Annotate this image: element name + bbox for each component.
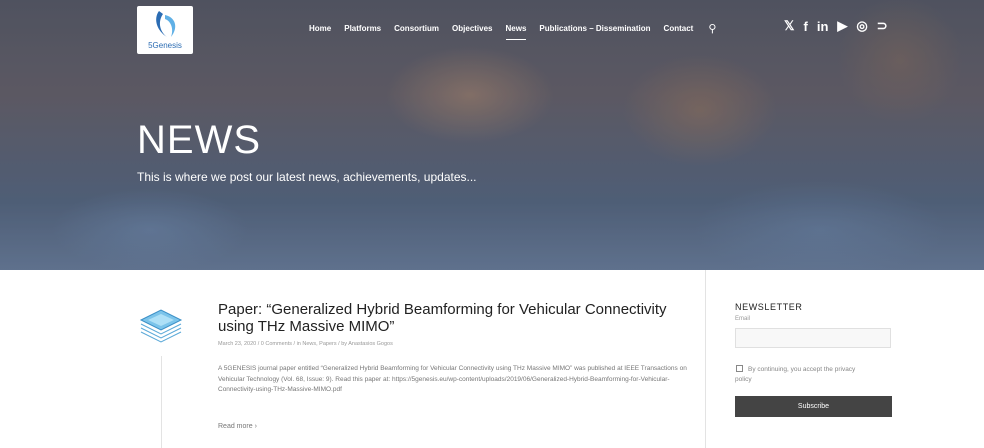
- post-title[interactable]: Paper: “Generalized Hybrid Beamforming f…: [218, 301, 678, 335]
- sidebar-divider: [705, 270, 706, 448]
- post-meta: March 23, 2020 / 0 Comments / in News, P…: [218, 341, 393, 347]
- main-nav: Home Platforms Consortium Objectives New…: [309, 22, 716, 40]
- timeline-line: [161, 356, 162, 448]
- logo-icon: [156, 11, 176, 37]
- twitter-icon[interactable]: 𝕏: [784, 18, 794, 34]
- nav-objectives[interactable]: Objectives: [452, 24, 492, 33]
- newsletter-title: NEWSLETTER: [735, 302, 803, 312]
- post-excerpt: A 5GENESIS journal paper entitled “Gener…: [218, 365, 687, 393]
- email-field[interactable]: [735, 328, 891, 348]
- instagram-icon[interactable]: ◎: [856, 18, 867, 34]
- search-icon[interactable]: ⚲: [708, 22, 716, 35]
- nav-publications[interactable]: Publications – Dissemination: [539, 24, 650, 33]
- logo-text: 5Genesis: [148, 41, 182, 50]
- nav-consortium[interactable]: Consortium: [394, 24, 439, 33]
- consent-checkbox[interactable]: [736, 365, 743, 372]
- page-title: NEWS: [137, 118, 261, 162]
- consent-text: By continuing, you accept the privacy: [748, 366, 856, 373]
- site-logo[interactable]: 5Genesis: [137, 6, 193, 54]
- hero-banner: 5Genesis Home Platforms Consortium Objec…: [0, 0, 984, 270]
- read-more-link[interactable]: Read more ›: [218, 423, 257, 430]
- consent-text-policy[interactable]: policy: [735, 376, 752, 383]
- youtube-icon[interactable]: ▶: [837, 18, 847, 34]
- rss-icon[interactable]: ⊃: [877, 18, 888, 34]
- nav-contact[interactable]: Contact: [664, 24, 694, 33]
- page-subtitle: This is where we post our latest news, a…: [137, 170, 477, 184]
- facebook-icon[interactable]: f: [803, 19, 807, 34]
- nav-platforms[interactable]: Platforms: [344, 24, 381, 33]
- nav-news[interactable]: News: [505, 24, 526, 40]
- linkedin-icon[interactable]: in: [817, 19, 829, 34]
- email-label: Email: [735, 316, 751, 322]
- social-links: 𝕏 f in ▶ ◎ ⊃: [784, 18, 897, 34]
- post-thumbnail-icon[interactable]: [136, 302, 186, 352]
- subscribe-button[interactable]: Subscribe: [735, 396, 892, 417]
- nav-home[interactable]: Home: [309, 24, 331, 33]
